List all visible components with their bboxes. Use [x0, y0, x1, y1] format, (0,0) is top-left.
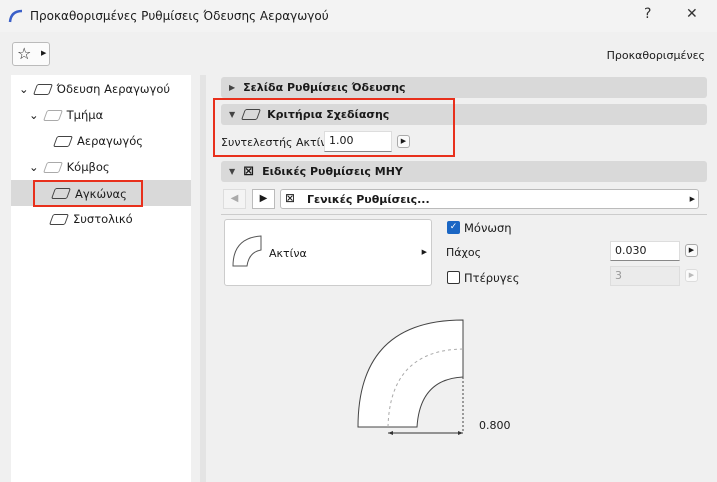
- duct-icon: [52, 135, 74, 147]
- thickness-input[interactable]: 0.030: [610, 241, 680, 261]
- panel-divider[interactable]: [200, 75, 206, 482]
- thickness-options-button[interactable]: ▶: [685, 244, 698, 257]
- tree-item-reducer[interactable]: Συστολικό: [48, 207, 133, 231]
- preset-label: Προκαθορισμένες: [606, 49, 705, 62]
- tree-item-elbow[interactable]: Αγκώνας: [33, 180, 143, 207]
- vanes-options-button: ▶: [685, 269, 698, 282]
- mep-settings-header[interactable]: ▼ ⊠ Ειδικές Ρυθμίσεις ΜΗΥ: [221, 161, 707, 182]
- arrow-right-icon: ▶: [421, 248, 427, 256]
- page-selector[interactable]: ⊠ Γενικές Ρυθμίσεις... ▶: [280, 189, 699, 209]
- node-icon: [42, 161, 63, 173]
- tree-item-duct[interactable]: Αεραγωγός: [52, 129, 143, 153]
- arrow-right-icon: ▶: [41, 49, 47, 57]
- help-button[interactable]: ?: [644, 6, 651, 22]
- app-logo-icon: [8, 9, 23, 23]
- highlight-box: [213, 98, 455, 157]
- mep-settings-icon: ⊠: [243, 164, 255, 179]
- expand-icon: ▶: [229, 83, 236, 92]
- route-settings-header[interactable]: ▶ Σελίδα Ρυθμίσεις Όδευσης: [221, 77, 707, 98]
- settings-tree: ⌄ Όδευση Αεραγωγού ⌄ Τμήμα Αεραγωγός ⌄ Κόμβ…: [11, 75, 191, 482]
- elbow-icon: [50, 188, 72, 199]
- duct-icon: [32, 83, 53, 95]
- dimension-label: 0.800: [479, 419, 511, 432]
- star-icon: ☆: [17, 44, 32, 63]
- tree-item-node[interactable]: ⌄ Κόμβος: [29, 155, 110, 179]
- elbow-radius-icon: [232, 235, 262, 267]
- reducer-icon: [48, 213, 70, 225]
- thickness-label: Πάχος: [446, 246, 482, 259]
- window-title: Προκαθορισμένες Ρυθμίσεις Όδευσης Αεραγω…: [30, 9, 329, 23]
- vanes-checkbox[interactable]: [447, 271, 460, 284]
- insulation-checkbox[interactable]: ✓: [447, 221, 460, 234]
- type-selector[interactable]: Ακτίνα ▶: [224, 219, 432, 286]
- vanes-input: 3: [610, 266, 680, 286]
- elbow-preview-diagram: [357, 319, 464, 435]
- arrow-right-icon: ▶: [689, 195, 695, 203]
- collapse-icon: ▼: [229, 167, 236, 176]
- segment-icon: [42, 109, 63, 121]
- favorites-button[interactable]: ☆ ▶: [12, 42, 50, 66]
- chevron-down-icon: ⌄: [29, 108, 39, 122]
- vanes-label: Πτέρυγες: [464, 271, 520, 285]
- close-button[interactable]: ✕: [686, 6, 698, 22]
- chevron-down-icon: ⌄: [29, 160, 39, 174]
- tree-item-segment[interactable]: ⌄ Τμήμα: [29, 103, 103, 127]
- general-settings-icon: ⊠: [285, 191, 296, 205]
- insulation-label: Μόνωση: [464, 221, 512, 235]
- tree-item-duct-route[interactable]: ⌄ Όδευση Αεραγωγού: [19, 77, 170, 101]
- prev-page-button[interactable]: ◀: [223, 189, 246, 209]
- chevron-down-icon: ⌄: [19, 82, 29, 96]
- next-page-button[interactable]: ▶: [252, 189, 275, 209]
